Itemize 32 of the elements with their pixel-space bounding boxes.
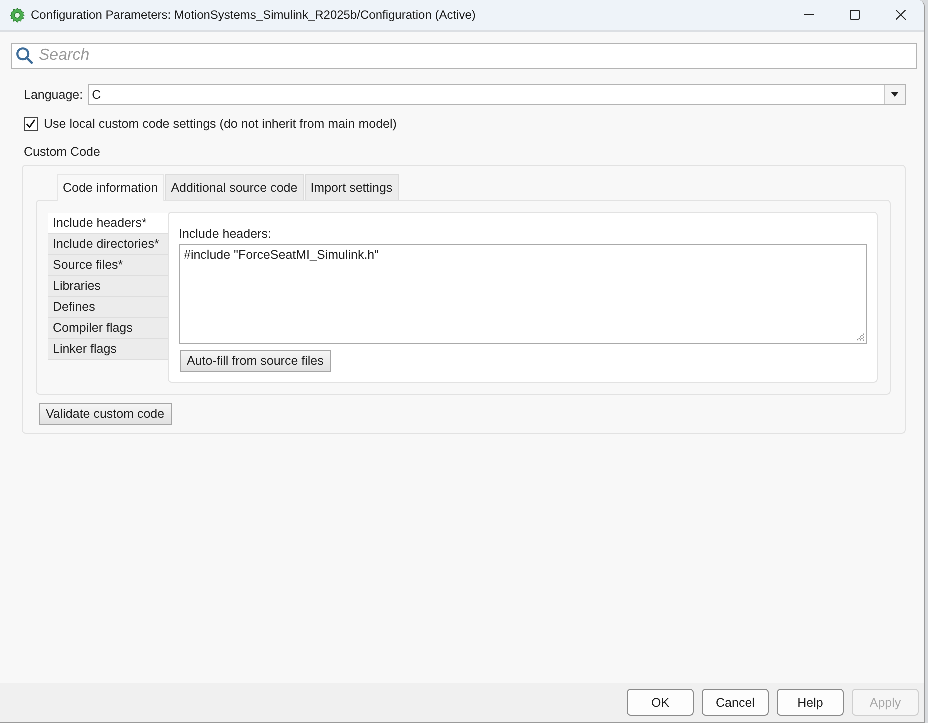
category-item[interactable]: Compiler flags [48,318,168,339]
tab[interactable]: Code information [57,174,164,201]
checkbox[interactable] [24,116,38,130]
category-item[interactable]: Defines [48,297,168,318]
caret-icon [891,92,899,97]
dialog-button[interactable]: Cancel [702,689,769,716]
language-label: Language: [24,88,84,102]
resize-grip-icon[interactable] [855,332,865,342]
check-icon [26,118,36,128]
dropdown-arrow-button[interactable] [884,85,905,104]
window-title: Configuration Parameters: MotionSystems_Simulink_R2025b/Configuration (Active) [31,8,476,22]
search-field[interactable]: Search [11,43,917,69]
tab[interactable]: Additional source code [165,174,304,200]
tab[interactable]: Import settings [304,174,399,200]
category-item[interactable]: Include headers* [48,213,168,234]
search-icon [16,47,33,64]
dialog-button[interactable]: OK [627,689,694,716]
category-item[interactable]: Linker flags [48,339,168,360]
validate-button[interactable]: Validate custom code [39,403,172,425]
close-icon [896,10,906,20]
category-item[interactable]: Libraries [48,276,168,297]
checkbox-label[interactable]: Use local custom code settings (do not inherit from main model) [44,116,397,130]
category-item[interactable]: Include directories* [48,234,168,255]
language-dropdown[interactable]: C [88,84,906,105]
section-title: Custom Code [24,144,100,161]
gear-icon [10,8,25,22]
category-item[interactable]: Source files* [48,255,168,276]
editor-label: Include headers: [179,227,272,243]
autofill-button[interactable]: Auto-fill from source files [180,350,331,372]
dialog-button[interactable]: Help [777,689,844,716]
maximize-icon [850,10,860,20]
code-text-area[interactable]: #include "ForceSeatMI_Simulink.h" [179,244,867,344]
